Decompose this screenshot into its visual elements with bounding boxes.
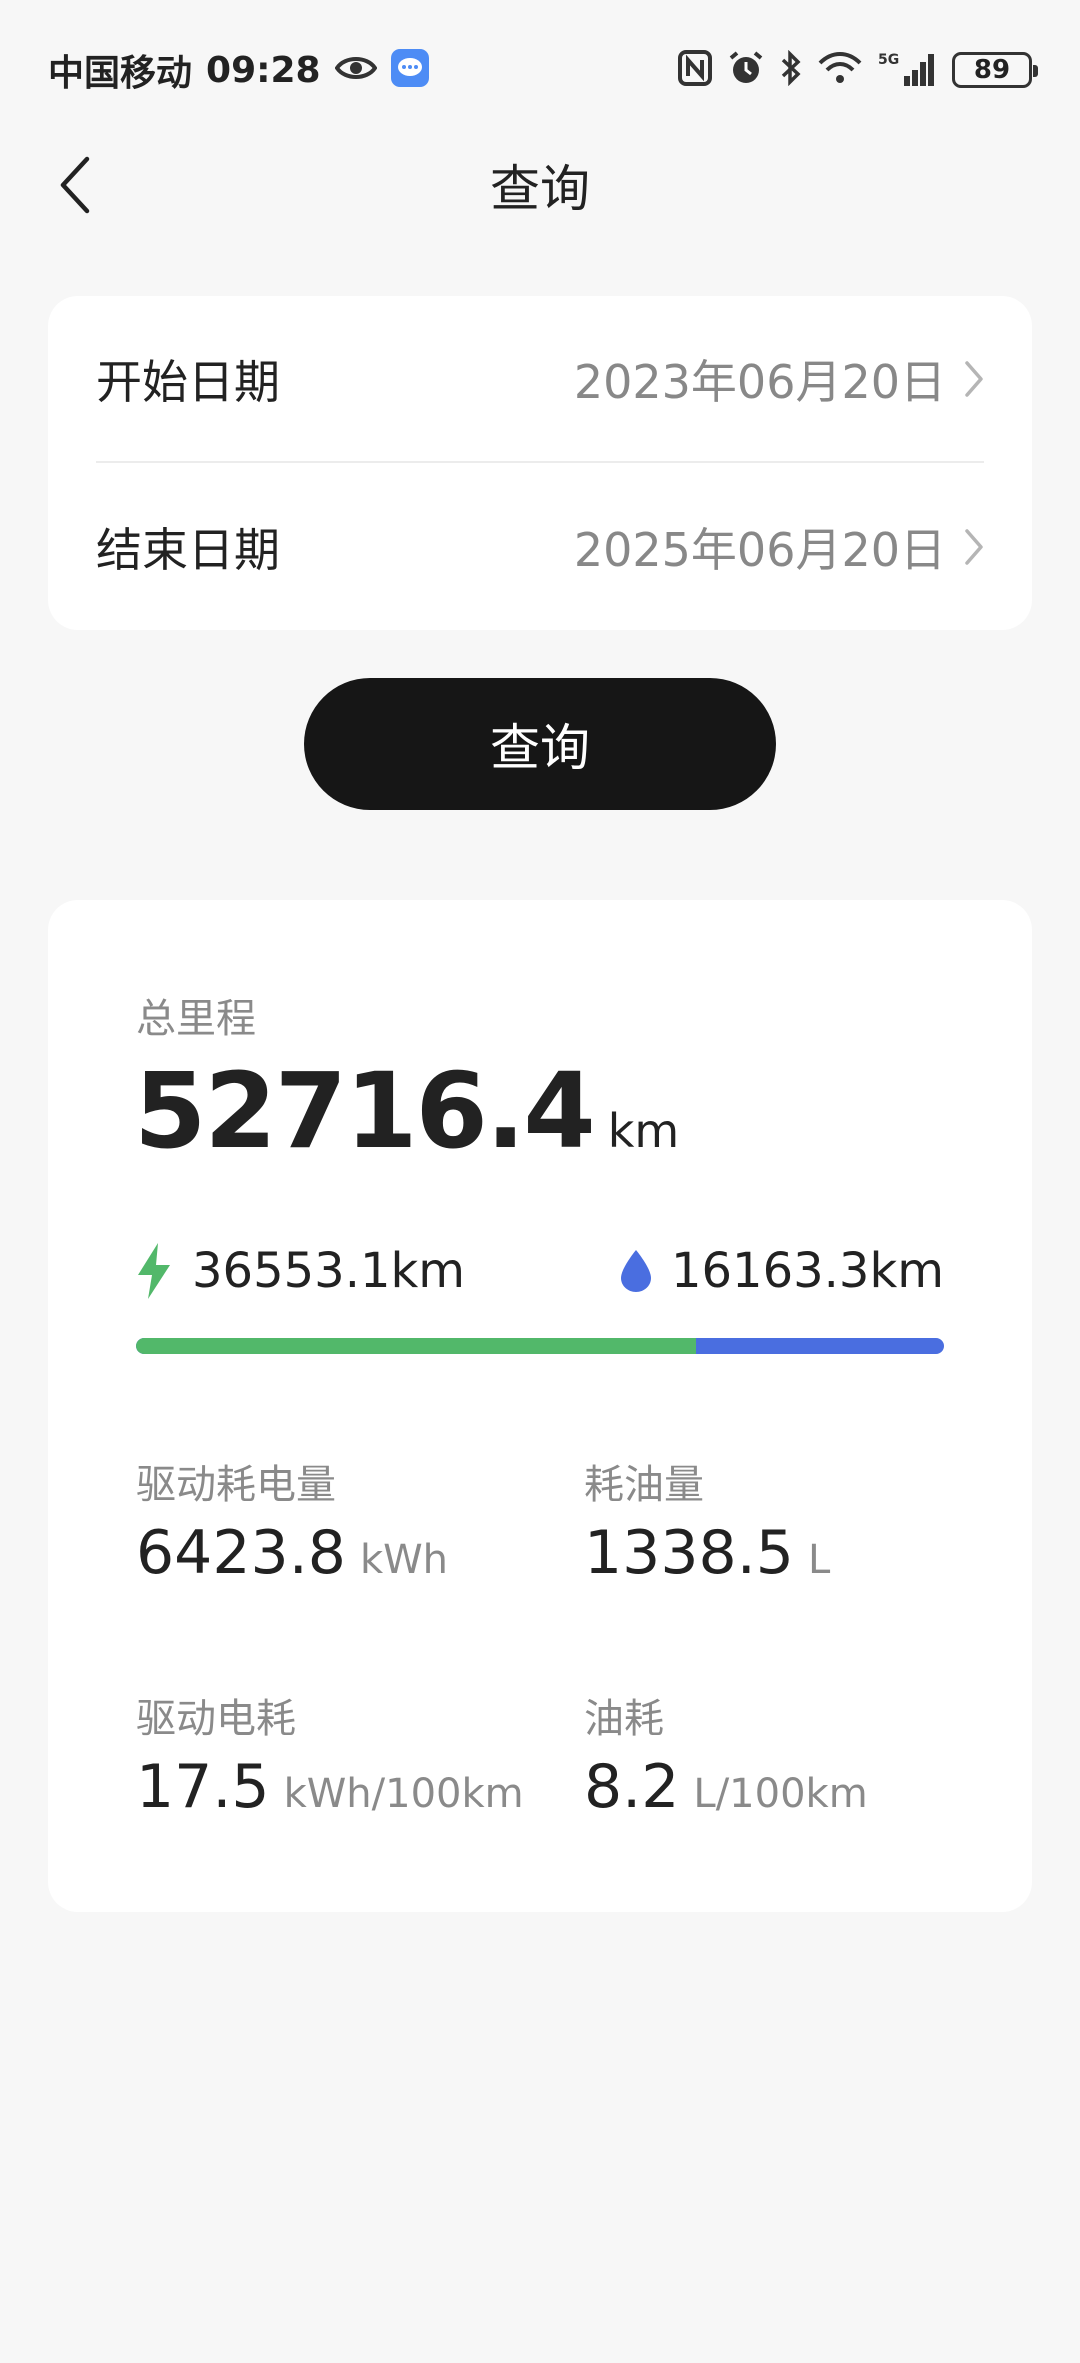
metric-value: 17.5	[136, 1752, 270, 1822]
mileage-stats-card: 总里程 52716.4 km 36553.1km 16163.3km 驱动耗电量…	[48, 900, 1032, 1912]
status-left: 中国移动 09:28	[48, 44, 429, 96]
metric-value: 6423.8	[136, 1518, 346, 1588]
metric-unit: kWh	[359, 1537, 449, 1583]
metric-label: 驱动电耗	[136, 1696, 296, 1742]
metric-unit: kWh/100km	[283, 1771, 524, 1817]
status-bar: 中国移动 09:28 5G 89	[0, 0, 1080, 140]
chevron-right-icon	[965, 528, 983, 565]
metric-value: 1338.5	[584, 1518, 794, 1588]
metric-fuel-consumption: 耗油量 1338.5 L	[584, 1452, 830, 1588]
metric-label: 耗油量	[584, 1462, 704, 1508]
start-date-value: 2023年06月20日	[573, 354, 946, 409]
query-button[interactable]: 查询	[304, 678, 776, 810]
metric-unit: L/100km	[693, 1771, 868, 1817]
status-time: 09:28	[206, 49, 321, 91]
metric-electric-consumption: 驱动耗电量 6423.8 kWh	[136, 1452, 448, 1588]
metric-label: 驱动耗电量	[136, 1462, 336, 1508]
metric-value-group: 1338.5 L	[584, 1518, 830, 1588]
eye-icon	[334, 53, 378, 87]
electric-distance-item: 36553.1km	[136, 1243, 465, 1299]
carrier-name: 中国移动	[48, 53, 193, 94]
metric-fuel-efficiency: 油耗 8.2 L/100km	[584, 1686, 868, 1822]
end-date-row[interactable]: 结束日期 2025年06月20日	[96, 463, 984, 630]
start-date-value-group: 2023年06月20日	[574, 346, 984, 412]
metric-unit: L	[807, 1537, 831, 1583]
metric-value: 8.2	[584, 1752, 680, 1822]
electric-distance-value: 36553.1km	[192, 1243, 466, 1299]
fuel-distance-value: 16163.3km	[670, 1243, 944, 1299]
total-mileage-group: 52716.4 km	[134, 1050, 679, 1172]
total-mileage-unit: km	[607, 1104, 680, 1158]
alarm-icon	[728, 50, 764, 90]
total-mileage-label: 总里程	[136, 996, 256, 1042]
page-title: 查询	[490, 160, 590, 218]
status-right: 5G 89	[678, 49, 1038, 90]
metric-value-group: 8.2 L/100km	[584, 1752, 868, 1822]
mileage-split-row: 36553.1km 16163.3km	[136, 1236, 944, 1306]
metric-value-group: 6423.8 kWh	[136, 1518, 448, 1588]
mileage-split-bar	[136, 1338, 944, 1354]
date-range-card: 开始日期 2023年06月20日 结束日期 2025年06月20日	[48, 296, 1032, 630]
signal-icon: 5G	[878, 50, 936, 90]
electric-share-fill	[136, 1338, 696, 1354]
metric-electric-efficiency: 驱动电耗 17.5 kWh/100km	[136, 1686, 524, 1822]
nfc-icon	[678, 50, 712, 90]
end-date-value-group: 2025年06月20日	[574, 514, 984, 580]
lightning-icon	[138, 1243, 170, 1299]
metric-label: 油耗	[584, 1696, 664, 1742]
message-app-icon	[390, 49, 429, 91]
nav-bar: 查询	[0, 140, 1080, 230]
battery-indicator: 89	[952, 52, 1038, 88]
metric-value-group: 17.5 kWh/100km	[136, 1752, 524, 1822]
network-type-label: 5G	[878, 52, 899, 68]
bluetooth-icon	[780, 49, 802, 90]
fuel-distance-item: 16163.3km	[620, 1243, 944, 1299]
wifi-icon	[818, 51, 862, 89]
chevron-right-icon	[965, 360, 983, 397]
start-date-label: 开始日期	[96, 354, 280, 409]
start-date-row[interactable]: 开始日期 2023年06月20日	[96, 296, 984, 463]
end-date-value: 2025年06月20日	[573, 522, 946, 577]
fuel-drop-icon	[620, 1250, 651, 1292]
total-mileage-value: 52716.4	[134, 1050, 596, 1172]
end-date-label: 结束日期	[96, 522, 280, 577]
